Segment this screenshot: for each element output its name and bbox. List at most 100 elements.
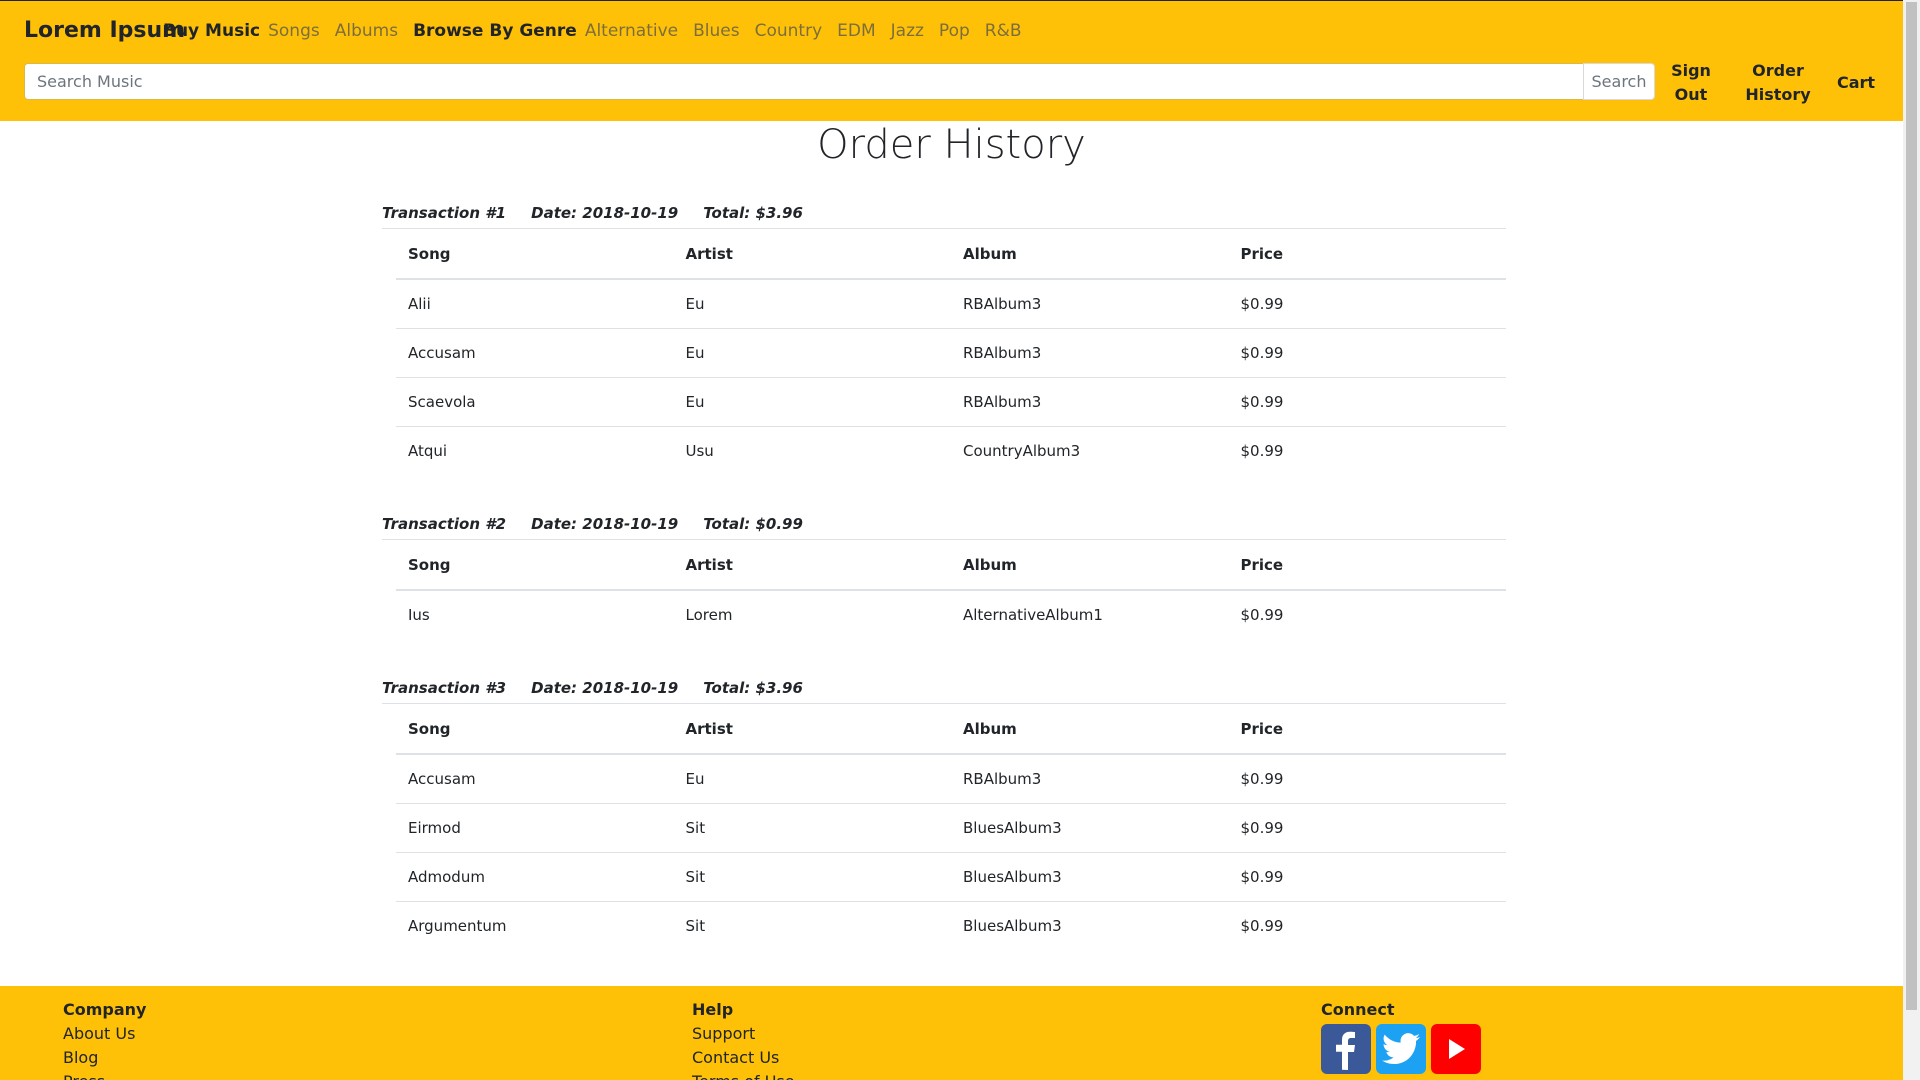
transaction-header: Transaction #2 Date: 2018-10-19 Total: $… bbox=[382, 515, 1506, 540]
cell-artist: Sit bbox=[673, 803, 951, 853]
table-row: Accusam Eu RBAlbum3 $0.99 bbox=[396, 754, 1506, 804]
sign-out-link[interactable]: Sign Out bbox=[1666, 59, 1716, 107]
cell-price: $0.99 bbox=[1228, 852, 1506, 902]
transaction-label: Transaction #1 bbox=[382, 204, 507, 222]
footer-heading-company: Company bbox=[63, 1000, 147, 1019]
facebook-icon[interactable] bbox=[1321, 1024, 1371, 1074]
order-history-line-1: Order bbox=[1752, 61, 1804, 80]
table-header-row: Song Artist Album Price bbox=[396, 540, 1506, 591]
sign-out-line-1: Sign bbox=[1671, 61, 1711, 80]
cell-price: $0.99 bbox=[1228, 328, 1506, 378]
column-header-album: Album bbox=[951, 704, 1229, 755]
page-scrollbar[interactable] bbox=[1903, 0, 1920, 1080]
footer-link-blog[interactable]: Blog bbox=[63, 1046, 146, 1070]
cell-price: $0.99 bbox=[1240, 917, 1284, 935]
transaction-label: Transaction #3 bbox=[382, 679, 507, 697]
transaction-label: Transaction #2 bbox=[382, 515, 507, 533]
transaction-header: Transaction #1 Date: 2018-10-19 Total: $… bbox=[382, 204, 1506, 229]
cell-price: $0.99 bbox=[1228, 377, 1506, 427]
footer: Company About Us Blog Press Help Support… bbox=[0, 986, 1903, 1080]
cell-artist: Lorem bbox=[685, 606, 733, 624]
column-header-song: Song bbox=[396, 229, 674, 280]
cell-album: BluesAlbum3 bbox=[963, 917, 1062, 935]
nav-genre-blues[interactable]: Blues bbox=[693, 21, 739, 41]
cell-song: Eirmod bbox=[396, 803, 674, 853]
nav-albums[interactable]: Albums bbox=[335, 21, 398, 41]
order-history-line-2: History bbox=[1745, 85, 1811, 104]
top-nav: Buy Music Songs Albums Browse By Genre A… bbox=[163, 21, 1037, 41]
table-row: Argumentum Sit BluesAlbum3 $0.99 bbox=[396, 902, 1506, 951]
table-row: Admodum Sit BluesAlbum3 $0.99 bbox=[396, 852, 1506, 902]
cell-artist: Eu bbox=[673, 377, 951, 427]
cell-song: Ius bbox=[408, 606, 430, 624]
twitter-icon[interactable] bbox=[1376, 1024, 1426, 1074]
column-header-song: Song bbox=[396, 704, 674, 755]
nav-buy-music: Buy Music bbox=[163, 21, 261, 41]
nav-genre-pop[interactable]: Pop bbox=[939, 21, 970, 41]
table-row: Alii Eu RBAlbum3 $0.99 bbox=[396, 279, 1506, 329]
nav-songs[interactable]: Songs bbox=[268, 21, 320, 41]
transaction-table: Song Artist Album Price Alii Eu RBAlbum3… bbox=[396, 229, 1506, 475]
nav-genre-country[interactable]: Country bbox=[755, 21, 823, 41]
cell-song: Admodum bbox=[396, 852, 674, 902]
footer-link-terms-of-use[interactable]: Terms of Use bbox=[692, 1070, 795, 1080]
transaction-date: Date: 2018-10-19 bbox=[531, 679, 679, 697]
cell-album: RBAlbum3 bbox=[951, 754, 1229, 804]
sign-out-line-2: Out bbox=[1674, 85, 1708, 104]
cell-price: $0.99 bbox=[1240, 442, 1284, 460]
youtube-icon[interactable] bbox=[1431, 1024, 1481, 1074]
nav-genre-alternative[interactable]: Alternative bbox=[585, 21, 678, 41]
cell-album: BluesAlbum3 bbox=[951, 803, 1229, 853]
cell-price: $0.99 bbox=[1228, 279, 1506, 329]
page: Lorem Ipsum Buy Music Songs Albums Brows… bbox=[0, 0, 1903, 1080]
cell-artist: Sit bbox=[673, 852, 951, 902]
cell-album: CountryAlbum3 bbox=[963, 442, 1081, 460]
order-history-link[interactable]: Order History bbox=[1742, 59, 1814, 107]
search-button[interactable]: Search bbox=[1583, 63, 1655, 100]
cell-album: RBAlbum3 bbox=[951, 328, 1229, 378]
footer-link-press[interactable]: Press bbox=[63, 1070, 146, 1080]
search-field-wrapper bbox=[24, 63, 1584, 100]
cell-price: $0.99 bbox=[1240, 606, 1284, 624]
transaction-header: Transaction #3 Date: 2018-10-19 Total: $… bbox=[382, 679, 1506, 704]
column-header-artist: Artist bbox=[673, 229, 951, 280]
column-header-album: Album bbox=[951, 229, 1229, 280]
table-row: Atqui Usu CountryAlbum3 $0.99 bbox=[396, 427, 1506, 476]
cell-song: Alii bbox=[396, 279, 674, 329]
cell-album: RBAlbum3 bbox=[951, 279, 1229, 329]
transaction-2: Transaction #2 Date: 2018-10-19 Total: $… bbox=[382, 515, 1506, 639]
footer-company: Company About Us Blog Press bbox=[63, 998, 146, 1080]
cell-album: AlternativeAlbum1 bbox=[963, 606, 1103, 624]
column-header-price: Price bbox=[1228, 229, 1506, 280]
table-row: Eirmod Sit BluesAlbum3 $0.99 bbox=[396, 803, 1506, 853]
table-header-row: Song Artist Album Price bbox=[396, 229, 1506, 280]
cell-artist: Eu bbox=[673, 279, 951, 329]
cart-link[interactable]: Cart bbox=[1836, 71, 1876, 95]
nav-genre-jazz[interactable]: Jazz bbox=[891, 21, 924, 41]
search-input[interactable] bbox=[25, 64, 1583, 99]
transaction-table: Song Artist Album Price Ius Lorem Altern… bbox=[396, 540, 1506, 639]
table-row: Accusam Eu RBAlbum3 $0.99 bbox=[396, 328, 1506, 378]
social-links bbox=[1321, 1024, 1486, 1074]
table-header-row: Song Artist Album Price bbox=[396, 704, 1506, 755]
nav-genre-rnb[interactable]: R&B bbox=[985, 21, 1022, 41]
nav-genre-edm[interactable]: EDM bbox=[837, 21, 876, 41]
page-title: Order History bbox=[817, 122, 1086, 168]
transaction-table: Song Artist Album Price Accusam Eu RBAlb… bbox=[396, 704, 1506, 950]
scrollbar-thumb[interactable] bbox=[1906, 2, 1917, 1010]
transaction-total: Total: $3.96 bbox=[703, 679, 803, 697]
cell-price: $0.99 bbox=[1228, 803, 1506, 853]
cell-song: Atqui bbox=[408, 442, 448, 460]
footer-heading-connect: Connect bbox=[1321, 1000, 1395, 1019]
footer-link-about-us[interactable]: About Us bbox=[63, 1022, 146, 1046]
cell-artist: Eu bbox=[673, 754, 951, 804]
column-header-price: Price bbox=[1228, 540, 1506, 591]
footer-link-support[interactable]: Support bbox=[692, 1022, 795, 1046]
cell-song: Accusam bbox=[396, 754, 674, 804]
brand-logo[interactable]: Lorem Ipsum bbox=[24, 18, 185, 43]
cell-song: Argumentum bbox=[408, 917, 507, 935]
footer-link-contact-us[interactable]: Contact Us bbox=[692, 1046, 795, 1070]
transaction-3: Transaction #3 Date: 2018-10-19 Total: $… bbox=[382, 679, 1506, 950]
cell-song: Scaevola bbox=[396, 377, 674, 427]
column-header-artist: Artist bbox=[673, 704, 951, 755]
